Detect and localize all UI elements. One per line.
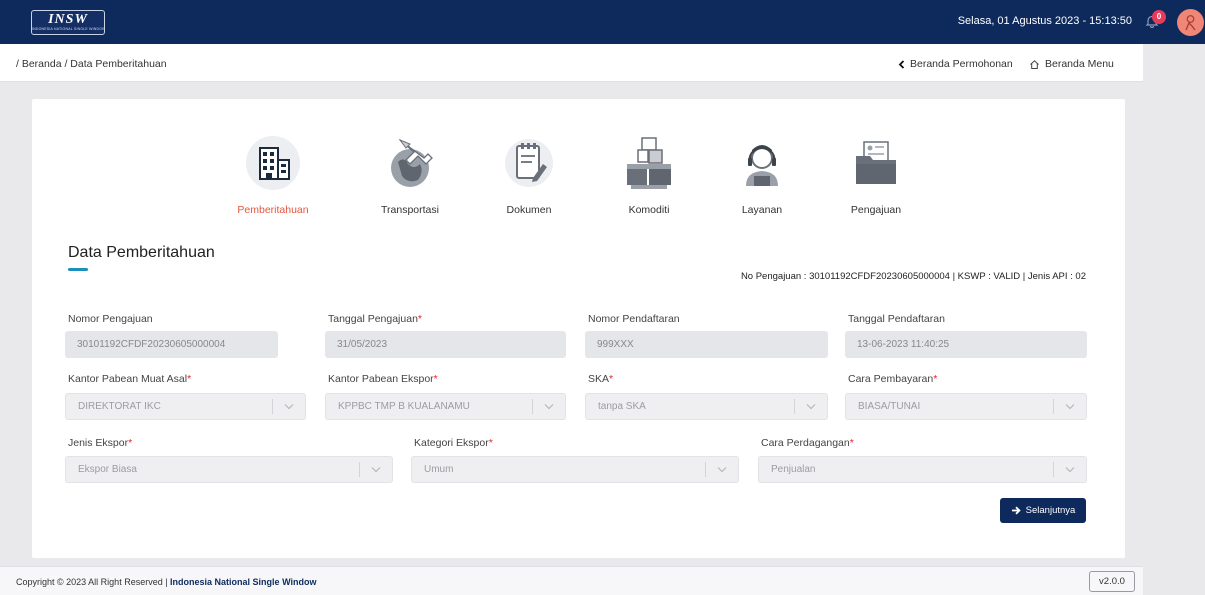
step-label: Pengajuan <box>850 204 902 216</box>
select-divider <box>1053 399 1054 414</box>
step-pengajuan[interactable]: Pengajuan <box>821 134 931 216</box>
folder-icon <box>856 141 896 184</box>
step-label: Layanan <box>741 204 783 216</box>
kantor-muat-asal-select[interactable]: DIREKTORAT IKC <box>65 393 306 420</box>
breadcrumb[interactable]: / Beranda / Data Pemberitahuan <box>16 58 167 70</box>
chevron-down-icon <box>1065 404 1075 410</box>
insw-logo[interactable]: INSW INDONESIA NATIONAL SINGLE WINDOW <box>31 10 105 35</box>
step-pemberitahuan[interactable]: Pemberitahuan <box>218 134 328 216</box>
select-divider <box>794 399 795 414</box>
breadcrumb-bar: / Beranda / Data Pemberitahuan Beranda P… <box>0 44 1143 82</box>
version-badge: v2.0.0 <box>1089 571 1135 592</box>
cara-pembayaran-select[interactable]: BIASA/TUNAI <box>845 393 1087 420</box>
building-icon <box>246 136 300 190</box>
boxes-icon <box>627 137 671 189</box>
copyright-text: Copyright © 2023 All Right Reserved | <box>16 577 171 587</box>
nomor-pengajuan-field[interactable]: 30101192CFDF20230605000004 <box>65 331 278 358</box>
step-label: Dokumen <box>506 204 552 216</box>
chevron-down-icon <box>371 467 381 473</box>
current-datetime: Selasa, 01 Agustus 2023 - 15:13:50 <box>957 15 1132 27</box>
title-underline <box>68 268 88 271</box>
footer: Copyright © 2023 All Right Reserved | In… <box>0 566 1143 595</box>
tanggal-pendaftaran-label: Tanggal Pendaftaran <box>848 313 945 325</box>
selected-value: Penjualan <box>771 464 816 475</box>
copyright: Copyright © 2023 All Right Reserved | In… <box>16 577 316 587</box>
jenis-ekspor-select[interactable]: Ekspor Biasa <box>65 456 393 483</box>
chevron-left-icon <box>898 59 905 69</box>
chevron-down-icon <box>717 467 727 473</box>
step-transportasi[interactable]: Transportasi <box>355 134 465 216</box>
chevron-down-icon <box>806 404 816 410</box>
logo-text: INSW <box>48 12 88 27</box>
document-icon <box>505 139 553 187</box>
home-icon <box>1030 59 1039 69</box>
kantor-ekspor-select[interactable]: KPPBC TMP B KUALANAMU <box>325 393 566 420</box>
kategori-ekspor-label: Kategori Ekspor* <box>414 437 493 449</box>
select-divider <box>532 399 533 414</box>
cara-perdagangan-select[interactable]: Penjualan <box>758 456 1087 483</box>
beranda-permohonan-label: Beranda Permohonan <box>910 58 1013 70</box>
user-avatar-icon <box>1185 15 1196 31</box>
tanggal-pendaftaran-field[interactable]: 13-06-2023 11:40:25 <box>845 331 1087 358</box>
copyright-org: Indonesia National Single Window <box>170 577 317 587</box>
avatar[interactable] <box>1177 9 1204 36</box>
ska-label: SKA* <box>588 373 614 385</box>
beranda-menu-link[interactable]: Beranda Menu <box>1029 58 1114 70</box>
tanggal-pengajuan-field[interactable]: 31/05/2023 <box>325 331 566 358</box>
chevron-down-icon <box>1065 467 1075 473</box>
selected-value: tanpa SKA <box>598 401 646 412</box>
nomor-pengajuan-label: Nomor Pengajuan <box>68 313 153 325</box>
kategori-ekspor-select[interactable]: Umum <box>411 456 739 483</box>
selected-value: DIREKTORAT IKC <box>78 401 161 412</box>
submission-info: No Pengajuan : 30101192CFDF2023060500000… <box>740 271 1086 282</box>
step-label: Pemberitahuan <box>237 204 309 216</box>
chevron-down-icon <box>544 404 554 410</box>
next-button[interactable]: Selanjutnya <box>1000 498 1086 523</box>
tanggal-pengajuan-label: Tanggal Pengajuan* <box>328 313 423 325</box>
airplane-globe-icon <box>391 138 433 187</box>
selected-value: KPPBC TMP B KUALANAMU <box>338 401 470 412</box>
select-divider <box>359 462 360 477</box>
beranda-menu-label: Beranda Menu <box>1045 58 1114 70</box>
selected-value: BIASA/TUNAI <box>858 401 921 412</box>
step-komoditi[interactable]: Komoditi <box>594 134 704 216</box>
cara-perdagangan-label: Cara Perdagangan* <box>761 437 854 449</box>
beranda-permohonan-link[interactable]: Beranda Permohonan <box>898 58 1013 70</box>
chevron-down-icon <box>284 404 294 410</box>
step-label: Transportasi <box>381 204 439 216</box>
kantor-muat-asal-label: Kantor Pabean Muat Asal* <box>68 373 192 385</box>
nomor-pendaftaran-label: Nomor Pendaftaran <box>588 313 680 325</box>
nomor-pendaftaran-field[interactable]: 999XXX <box>585 331 828 358</box>
notification-badge: 0 <box>1152 10 1166 24</box>
customer-service-icon <box>746 145 778 186</box>
section-title: Data Pemberitahuan <box>68 244 215 261</box>
kantor-ekspor-label: Kantor Pabean Ekspor* <box>328 373 438 385</box>
select-divider <box>1053 462 1054 477</box>
ska-select[interactable]: tanpa SKA <box>585 393 828 420</box>
arrow-right-icon <box>1011 506 1021 515</box>
selected-value: Ekspor Biasa <box>78 464 137 475</box>
top-navbar: INSW INDONESIA NATIONAL SINGLE WINDOW Se… <box>0 0 1205 44</box>
cara-pembayaran-label: Cara Pembayaran* <box>848 373 938 385</box>
next-button-label: Selanjutnya <box>1025 505 1076 516</box>
logo-subtext: INDONESIA NATIONAL SINGLE WINDOW <box>32 27 104 31</box>
select-divider <box>705 462 706 477</box>
jenis-ekspor-label: Jenis Ekspor* <box>68 437 133 449</box>
select-divider <box>272 399 273 414</box>
step-layanan[interactable]: Layanan <box>707 134 817 216</box>
step-label: Komoditi <box>628 204 670 216</box>
step-dokumen[interactable]: Dokumen <box>474 134 584 216</box>
selected-value: Umum <box>424 464 454 475</box>
